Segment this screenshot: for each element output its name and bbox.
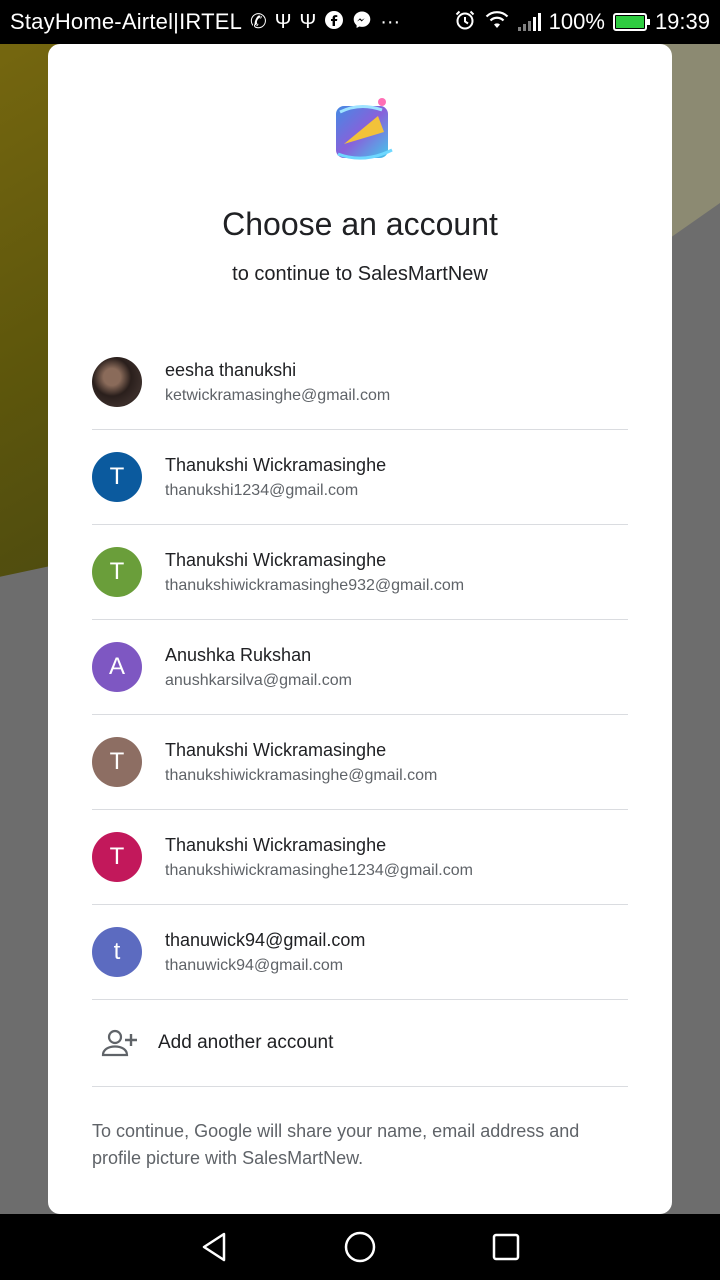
account-avatar: T [92, 832, 142, 882]
account-email: thanukshiwickramasinghe1234@gmail.com [165, 861, 473, 879]
clock: 19:39 [654, 9, 710, 34]
recents-icon [492, 1233, 520, 1261]
account-list: eesha thanukshi ketwickramasinghe@gmail.… [92, 335, 628, 1087]
alarm-icon [454, 9, 476, 35]
dialog-subtitle: to continue to SalesMartNew [232, 263, 488, 285]
account-item[interactable]: T Thanukshi Wickramasinghe thanukshi1234… [92, 430, 628, 525]
wifi-icon [484, 10, 510, 34]
account-email: ketwickramasinghe@gmail.com [165, 386, 391, 404]
battery-icon [612, 13, 650, 31]
app-logo [330, 92, 398, 168]
account-name: Thanukshi Wickramasinghe [165, 739, 387, 760]
status-bar: StayHome-Airtel|IRTEL ✆ Ψ Ψ ··· 100% 19:… [0, 0, 720, 44]
account-email: anushkarsilva@gmail.com [165, 671, 352, 689]
account-item[interactable]: A Anushka Rukshan anushkarsilva@gmail.co… [92, 620, 628, 715]
facebook-icon [324, 10, 344, 34]
add-person-icon [100, 1028, 140, 1058]
account-name: Thanukshi Wickramasinghe [165, 549, 387, 570]
account-name: Thanukshi Wickramasinghe [165, 454, 387, 475]
account-text: Thanukshi Wickramasinghe thanukshiwickra… [165, 740, 437, 785]
account-item[interactable]: eesha thanukshi ketwickramasinghe@gmail.… [92, 335, 628, 430]
status-left: StayHome-Airtel|IRTEL ✆ Ψ Ψ ··· [10, 9, 400, 35]
privacy-notice: To continue, Google will share your name… [92, 1121, 580, 1168]
add-account-label: Add another account [158, 1032, 334, 1053]
account-text: Thanukshi Wickramasinghe thanukshiwickra… [165, 550, 464, 595]
account-name: Thanukshi Wickramasinghe [165, 834, 387, 855]
navigation-bar [0, 1214, 720, 1280]
more-icon: ··· [380, 11, 401, 33]
usb-icon: Ψ [299, 11, 317, 33]
account-avatar: T [92, 452, 142, 502]
account-name: Anushka Rukshan [165, 644, 312, 665]
home-button[interactable] [340, 1227, 380, 1267]
account-name: eesha thanukshi [165, 359, 297, 380]
signal-icon [517, 13, 541, 31]
home-icon [344, 1231, 376, 1263]
account-avatar: A [92, 642, 142, 692]
carrier-name: StayHome-Airtel|IRTEL [10, 9, 243, 34]
account-text: Thanukshi Wickramasinghe thanukshiwickra… [165, 835, 473, 880]
account-item[interactable]: t thanuwick94@gmail.com thanuwick94@gmai… [92, 905, 628, 1000]
phone-icon: ✆ [250, 11, 267, 33]
back-button[interactable] [194, 1227, 234, 1267]
account-text: thanuwick94@gmail.com thanuwick94@gmail.… [165, 930, 365, 975]
account-avatar: t [92, 927, 142, 977]
battery-percent: 100% [548, 9, 605, 34]
account-email: thanuwick94@gmail.com [165, 956, 344, 974]
account-item[interactable]: T Thanukshi Wickramasinghe thanukshiwick… [92, 715, 628, 810]
status-right: 100% 19:39 [454, 9, 710, 35]
recents-button[interactable] [486, 1227, 526, 1267]
account-avatar: T [92, 547, 142, 597]
messenger-icon [352, 10, 372, 34]
dialog-title: Choose an account [222, 206, 498, 242]
account-avatar: T [92, 737, 142, 787]
account-text: eesha thanukshi ketwickramasinghe@gmail.… [165, 360, 390, 405]
account-item[interactable]: T Thanukshi Wickramasinghe thanukshiwick… [92, 810, 628, 905]
account-email: thanukshiwickramasinghe@gmail.com [165, 766, 438, 784]
usb-icon: Ψ [274, 11, 292, 33]
account-name: thanuwick94@gmail.com [165, 929, 366, 950]
account-item[interactable]: T Thanukshi Wickramasinghe thanukshiwick… [92, 525, 628, 620]
account-text: Anushka Rukshan anushkarsilva@gmail.com [165, 645, 352, 690]
account-text: Thanukshi Wickramasinghe thanukshi1234@g… [165, 455, 386, 500]
back-icon [202, 1232, 226, 1262]
account-email: thanukshi1234@gmail.com [165, 481, 359, 499]
add-account-button[interactable]: Add another account [92, 1000, 628, 1087]
account-avatar-photo [92, 357, 142, 407]
account-email: thanukshiwickramasinghe932@gmail.com [165, 576, 465, 594]
